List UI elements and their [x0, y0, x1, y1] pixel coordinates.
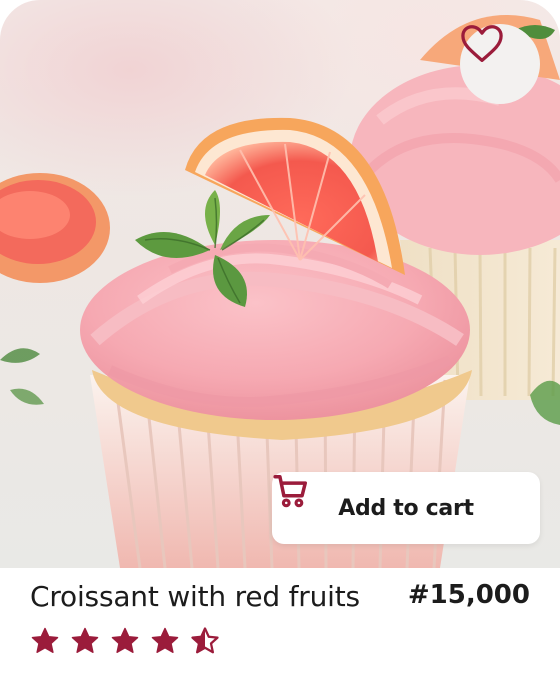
star-full-icon: [111, 627, 139, 653]
add-to-cart-button[interactable]: Add to cart: [272, 472, 540, 544]
heart-icon: [461, 25, 503, 62]
favorite-button[interactable]: [460, 24, 540, 104]
product-name: Croissant with red fruits: [30, 580, 360, 613]
product-card: Add to cart Croissant with red fruits #1…: [0, 0, 560, 682]
star-full-icon: [71, 627, 99, 653]
star-full-icon: [151, 627, 179, 653]
product-price: #15,000: [407, 580, 530, 610]
shopping-cart-icon: [273, 475, 307, 508]
add-to-cart-label: Add to cart: [338, 495, 474, 521]
product-image[interactable]: Add to cart: [0, 0, 560, 568]
star-half-icon: [191, 627, 219, 654]
rating-stars: [30, 626, 220, 656]
star-full-icon: [31, 627, 59, 653]
